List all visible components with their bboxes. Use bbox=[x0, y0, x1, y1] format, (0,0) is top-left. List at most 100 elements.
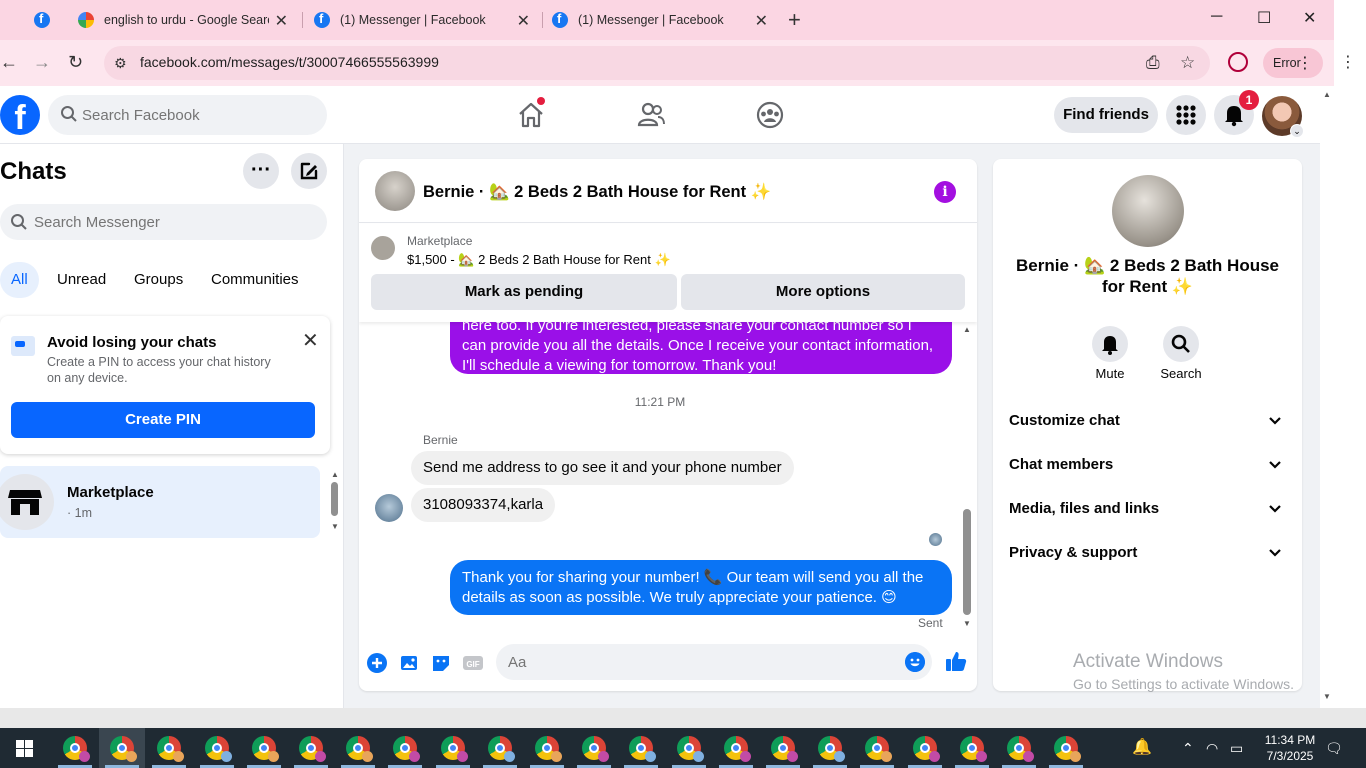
chrome-taskbar-icon[interactable] bbox=[440, 736, 468, 762]
create-pin-button[interactable]: Create PIN bbox=[11, 402, 315, 438]
more-options-button[interactable]: More options bbox=[681, 274, 965, 310]
close-window-icon[interactable]: ✕ bbox=[1303, 8, 1316, 28]
message-composer[interactable] bbox=[496, 644, 932, 680]
listing-avatar[interactable] bbox=[375, 171, 415, 211]
windows-start-icon[interactable] bbox=[16, 740, 33, 757]
listing-price-title[interactable]: $1,500 - 🏡 2 Beds 2 Bath House for Rent … bbox=[407, 252, 671, 268]
browser-profile-icon[interactable] bbox=[1228, 52, 1248, 72]
thumbs-up-icon[interactable] bbox=[944, 649, 968, 673]
chrome-taskbar-icon[interactable] bbox=[251, 736, 279, 762]
scroll-up-arrow-icon[interactable]: ▲ bbox=[963, 325, 971, 334]
chrome-taskbar-icon[interactable] bbox=[346, 736, 374, 762]
back-icon[interactable]: ← bbox=[0, 52, 18, 73]
close-icon[interactable]: ✕ bbox=[302, 328, 319, 353]
friends-icon[interactable] bbox=[636, 100, 666, 130]
address-bar[interactable]: ⚙ facebook.com/messages/t/30007466555563… bbox=[104, 46, 1210, 80]
new-message-button[interactable] bbox=[291, 153, 327, 189]
filter-all[interactable]: All bbox=[0, 262, 39, 298]
plus-icon[interactable] bbox=[366, 652, 388, 674]
chrome-taskbar-icon[interactable] bbox=[535, 736, 562, 762]
action-center-icon[interactable]: 🗨 bbox=[1325, 740, 1343, 757]
chrome-taskbar-icon[interactable] bbox=[865, 736, 893, 762]
facebook-search-input[interactable] bbox=[82, 95, 312, 135]
minimize-icon[interactable]: ─ bbox=[1211, 8, 1222, 26]
chrome-taskbar-icon[interactable] bbox=[204, 736, 232, 762]
battery-icon[interactable]: ▭ bbox=[1230, 740, 1243, 757]
groups-icon[interactable] bbox=[755, 100, 785, 130]
close-tab-icon[interactable]: ✕ bbox=[517, 11, 530, 31]
chrome-taskbar-icon[interactable] bbox=[959, 736, 987, 762]
chrome-taskbar-icon[interactable] bbox=[629, 736, 657, 762]
facebook-logo-icon[interactable]: f bbox=[0, 95, 40, 135]
listing-thumbnail[interactable] bbox=[371, 236, 395, 260]
chrome-taskbar-icon[interactable] bbox=[723, 736, 751, 762]
privacy-support-section[interactable]: Privacy & support bbox=[1009, 544, 1289, 566]
photo-icon[interactable] bbox=[399, 652, 421, 674]
notification-app-icon[interactable]: 🔔 bbox=[1132, 737, 1152, 757]
info-icon[interactable]: i bbox=[934, 181, 956, 203]
system-clock[interactable]: 11:34 PM 7/3/2025 bbox=[1254, 732, 1326, 764]
scroll-down-arrow-icon[interactable]: ▼ bbox=[963, 619, 971, 628]
scroll-down-arrow-icon[interactable]: ▼ bbox=[1323, 692, 1331, 701]
bookmark-star-icon[interactable]: ☆ bbox=[1180, 53, 1195, 73]
chat-members-section[interactable]: Chat members bbox=[1009, 456, 1289, 478]
emoji-icon[interactable] bbox=[905, 652, 925, 672]
conversation-title[interactable]: Bernie · 🏡 2 Beds 2 Bath House for Rent … bbox=[423, 183, 771, 202]
sender-avatar[interactable] bbox=[375, 494, 403, 522]
conversation-scrollbar[interactable] bbox=[963, 509, 971, 615]
chat-list-item[interactable]: Marketplace · 1m bbox=[0, 466, 320, 538]
maximize-icon[interactable]: ☐ bbox=[1257, 8, 1271, 28]
filter-communities[interactable]: Communities bbox=[211, 262, 299, 298]
chrome-taskbar-icon[interactable] bbox=[771, 736, 798, 762]
close-tab-icon[interactable]: ✕ bbox=[275, 11, 288, 31]
forward-icon[interactable]: → bbox=[33, 52, 51, 73]
chrome-taskbar-icon[interactable] bbox=[582, 736, 610, 762]
url-text[interactable]: facebook.com/messages/t/3000746655556399… bbox=[140, 54, 439, 70]
site-info-icon[interactable]: ⚙ bbox=[114, 55, 127, 72]
chrome-taskbar-icon[interactable] bbox=[110, 736, 138, 762]
tab-messenger-1[interactable]: (1) Messenger | Facebook ✕ bbox=[314, 0, 542, 40]
page-scrollbar[interactable]: ▲ ▼ bbox=[1320, 86, 1334, 708]
tray-chevron-up-icon[interactable]: ⌃ bbox=[1182, 740, 1194, 757]
scroll-up-arrow-icon[interactable]: ▲ bbox=[331, 470, 339, 479]
scroll-down-arrow-icon[interactable]: ▼ bbox=[331, 522, 339, 531]
install-app-icon[interactable]: ⎙ bbox=[1146, 53, 1160, 73]
filter-unread[interactable]: Unread bbox=[57, 262, 106, 298]
chrome-taskbar-icon[interactable] bbox=[676, 736, 704, 762]
profile-error-button[interactable]: Error ⋮ bbox=[1263, 48, 1323, 78]
customize-chat-section[interactable]: Customize chat bbox=[1009, 412, 1289, 434]
chrome-taskbar-icon[interactable] bbox=[157, 736, 185, 762]
chrome-taskbar-icon[interactable] bbox=[393, 736, 421, 762]
find-friends-button[interactable]: Find friends bbox=[1054, 97, 1158, 133]
chrome-taskbar-icon[interactable] bbox=[63, 736, 90, 762]
mute-button[interactable] bbox=[1092, 326, 1128, 362]
chrome-taskbar-icon[interactable] bbox=[818, 736, 846, 762]
facebook-search[interactable] bbox=[48, 95, 327, 135]
chrome-taskbar-icon[interactable] bbox=[1054, 736, 1082, 762]
tab-messenger-pinned[interactable] bbox=[0, 0, 60, 40]
chrome-taskbar-icon[interactable] bbox=[1007, 736, 1034, 762]
chat-list-scrollbar[interactable] bbox=[331, 482, 338, 516]
search-conversation-button[interactable] bbox=[1163, 326, 1199, 362]
close-tab-icon[interactable]: ✕ bbox=[755, 11, 768, 31]
listing-profile-photo[interactable] bbox=[1112, 175, 1184, 247]
tab-google-search[interactable]: english to urdu - Google Search ✕ bbox=[78, 0, 300, 40]
side-menu-dots-icon[interactable]: ⋮ bbox=[1340, 52, 1356, 72]
chrome-taskbar-icon[interactable] bbox=[487, 736, 515, 762]
messenger-search[interactable] bbox=[0, 204, 327, 240]
reload-icon[interactable]: ↻ bbox=[68, 52, 83, 73]
messenger-search-input[interactable] bbox=[34, 204, 314, 240]
filter-groups[interactable]: Groups bbox=[134, 262, 183, 298]
media-files-links-section[interactable]: Media, files and links bbox=[1009, 500, 1289, 522]
tab-messenger-2[interactable]: (1) Messenger | Facebook ✕ bbox=[552, 0, 780, 40]
gif-icon[interactable]: GIF bbox=[462, 652, 484, 674]
account-avatar[interactable]: ⌄ bbox=[1262, 96, 1304, 138]
new-tab-button[interactable]: + bbox=[788, 7, 801, 33]
chats-options-button[interactable]: ··· bbox=[243, 153, 279, 189]
mark-as-pending-button[interactable]: Mark as pending bbox=[371, 274, 677, 310]
scroll-up-arrow-icon[interactable]: ▲ bbox=[1323, 90, 1331, 99]
wifi-icon[interactable]: ◠ bbox=[1206, 740, 1218, 757]
chrome-taskbar-icon[interactable] bbox=[299, 736, 326, 762]
message-input[interactable] bbox=[508, 644, 888, 680]
menu-button[interactable] bbox=[1166, 95, 1206, 135]
